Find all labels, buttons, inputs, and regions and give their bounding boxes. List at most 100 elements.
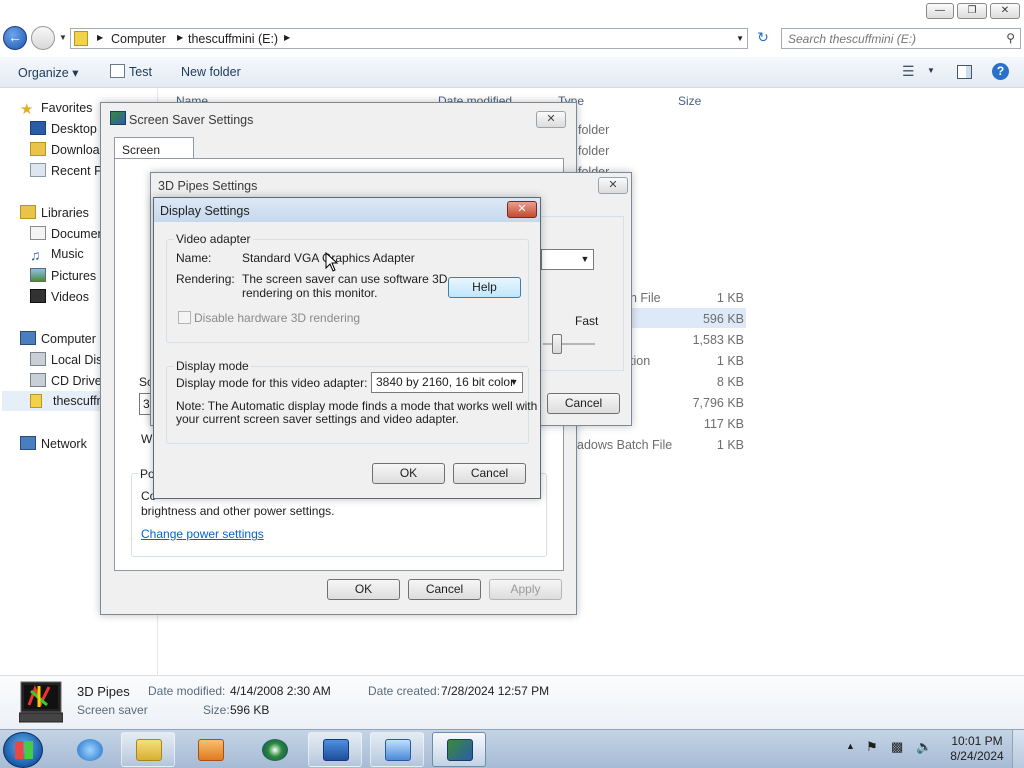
organize-button[interactable]: Organize ▾ — [18, 65, 78, 80]
computer-icon — [20, 331, 36, 345]
recent-places-icon — [30, 163, 46, 177]
file-size: 1 KB — [716, 354, 744, 368]
libraries-icon — [20, 205, 36, 219]
cancel-button[interactable]: Cancel — [547, 393, 620, 414]
chevron-down-icon: ▼ — [509, 377, 519, 387]
taskbar-display[interactable] — [432, 732, 486, 767]
file-size: 596 KB — [702, 312, 744, 326]
nav-local-disk[interactable]: Local Disk — [30, 352, 109, 367]
media-player-icon — [198, 739, 224, 761]
globe-icon — [262, 739, 288, 761]
nav-label: Pictures — [51, 269, 97, 283]
minimize-button[interactable]: — — [926, 3, 954, 19]
cancel-button[interactable]: Cancel — [408, 579, 481, 600]
close-button[interactable]: ✕ — [598, 177, 628, 194]
nav-label: CD Drive — [51, 374, 102, 388]
nav-pictures[interactable]: Pictures — [30, 268, 96, 283]
search-box[interactable]: ⚲ — [781, 28, 1021, 49]
network-tray-icon[interactable]: ▩ — [891, 739, 903, 755]
speed-slider-thumb[interactable] — [552, 334, 562, 354]
refresh-icon[interactable]: ↻ — [752, 29, 774, 49]
search-input[interactable] — [782, 29, 992, 48]
help-button[interactable]: Help — [448, 277, 521, 298]
taskbar-explorer[interactable] — [121, 732, 175, 767]
taskbar-app-2[interactable] — [308, 732, 362, 767]
show-desktop-button[interactable] — [1012, 730, 1024, 768]
taskbar-clock[interactable]: 10:01 PM 8/24/2024 — [942, 734, 1012, 764]
nav-music[interactable]: ♫ Music — [30, 247, 84, 263]
taskbar-media-player[interactable] — [183, 732, 237, 767]
breadcrumb-arrow-icon[interactable]: ▶ — [97, 33, 103, 42]
note-text: Note: The Automatic display mode finds a… — [176, 399, 538, 413]
nav-label: Videos — [51, 290, 89, 304]
column-header-size[interactable]: Size — [678, 94, 701, 108]
nav-cd-drive[interactable]: CD Drive — [30, 373, 102, 388]
details-size-label: Size: — [203, 703, 230, 717]
details-pane: 3D Pipes Screen saver Date modified: 4/1… — [0, 675, 1024, 729]
test-button[interactable]: Test — [129, 65, 152, 79]
details-size: 596 KB — [230, 703, 270, 717]
disable-hw-checkbox[interactable] — [178, 311, 191, 324]
pipes-type-select[interactable]: ▼ — [541, 249, 594, 270]
file-size: 1 KB — [716, 438, 744, 452]
display-icon — [110, 111, 126, 125]
close-button[interactable]: ✕ — [990, 3, 1020, 19]
tab-screen-saver[interactable]: Screen Saver — [114, 137, 194, 171]
view-options-icon[interactable]: ☰ — [902, 63, 915, 80]
chevron-down-icon: ▼ — [580, 254, 590, 264]
change-power-settings-link[interactable]: Change power settings — [141, 527, 264, 541]
nav-videos[interactable]: Videos — [30, 289, 89, 304]
nav-network[interactable]: Network — [20, 436, 87, 451]
window-titlebar: — ❐ ✕ — [0, 0, 1024, 24]
close-button[interactable]: ✕ — [536, 111, 566, 128]
pictures-icon — [30, 268, 46, 282]
nav-favorites[interactable]: ★ Favorites — [20, 100, 93, 118]
ok-button[interactable]: OK — [372, 463, 445, 484]
start-button[interactable] — [3, 732, 43, 768]
back-button[interactable]: ← — [3, 26, 27, 50]
nav-libraries[interactable]: Libraries — [20, 205, 89, 220]
taskbar-app[interactable] — [247, 732, 301, 767]
details-date-modified: 4/14/2008 2:30 AM — [230, 684, 331, 698]
file-size: 1,583 KB — [692, 333, 744, 347]
breadcrumb-arrow-icon[interactable]: ▶ — [284, 33, 290, 42]
taskbar-control-panel[interactable] — [370, 732, 424, 767]
rendering-value: The screen saver can use software 3D — [242, 272, 448, 286]
nav-desktop[interactable]: Desktop — [30, 121, 97, 136]
help-icon[interactable]: ? — [992, 63, 1009, 80]
address-dropdown-icon[interactable]: ▼ — [736, 34, 744, 43]
display-mode-select[interactable]: 3840 by 2160, 16 bit color ▼ — [371, 372, 523, 393]
maximize-button[interactable]: ❐ — [957, 3, 987, 19]
apply-button[interactable]: Apply — [489, 579, 562, 600]
forward-button[interactable] — [31, 26, 55, 50]
adapter-name-label: Name: — [176, 251, 212, 265]
windows-logo-icon — [15, 741, 33, 759]
file-type: tion — [630, 354, 651, 368]
file-size: 117 KB — [703, 417, 744, 431]
breadcrumb-drive[interactable]: thescuffmini (E:) — [188, 32, 278, 46]
recent-pages-dropdown[interactable]: ▼ — [59, 33, 67, 42]
display-settings-dialog: Display Settings ✕ Video adapter Name: S… — [153, 197, 541, 499]
command-bar: Organize ▾ Test New folder ☰ ▼ ? — [0, 57, 1024, 88]
action-center-flag-icon[interactable]: ⚑ — [866, 739, 878, 755]
taskbar-ie[interactable] — [62, 732, 116, 767]
tray-overflow-icon[interactable]: ▲ — [846, 741, 855, 751]
address-bar[interactable]: ▶ Computer ▶ thescuffmini (E:) ▶ ▼ — [70, 28, 748, 49]
videos-icon — [30, 289, 46, 303]
mouse-cursor-icon — [325, 252, 339, 272]
close-button[interactable]: ✕ — [507, 201, 537, 218]
volume-muted-icon[interactable]: 🔈 — [916, 739, 932, 755]
breadcrumb-arrow-icon[interactable]: ▶ — [177, 33, 183, 42]
nav-computer[interactable]: Computer — [20, 331, 96, 346]
preview-pane-icon[interactable] — [957, 65, 972, 79]
cancel-button[interactable]: Cancel — [453, 463, 526, 484]
file-type: folder — [578, 123, 610, 137]
ok-button[interactable]: OK — [327, 579, 400, 600]
file-size: 1 KB — [716, 291, 744, 305]
file-size: 7,796 KB — [692, 396, 744, 410]
nav-label: Favorites — [41, 101, 93, 115]
new-folder-button[interactable]: New folder — [181, 65, 241, 79]
breadcrumb-computer[interactable]: Computer — [111, 32, 166, 46]
details-date-created: 7/28/2024 12:57 PM — [441, 684, 550, 698]
view-dropdown-icon[interactable]: ▼ — [927, 66, 935, 75]
